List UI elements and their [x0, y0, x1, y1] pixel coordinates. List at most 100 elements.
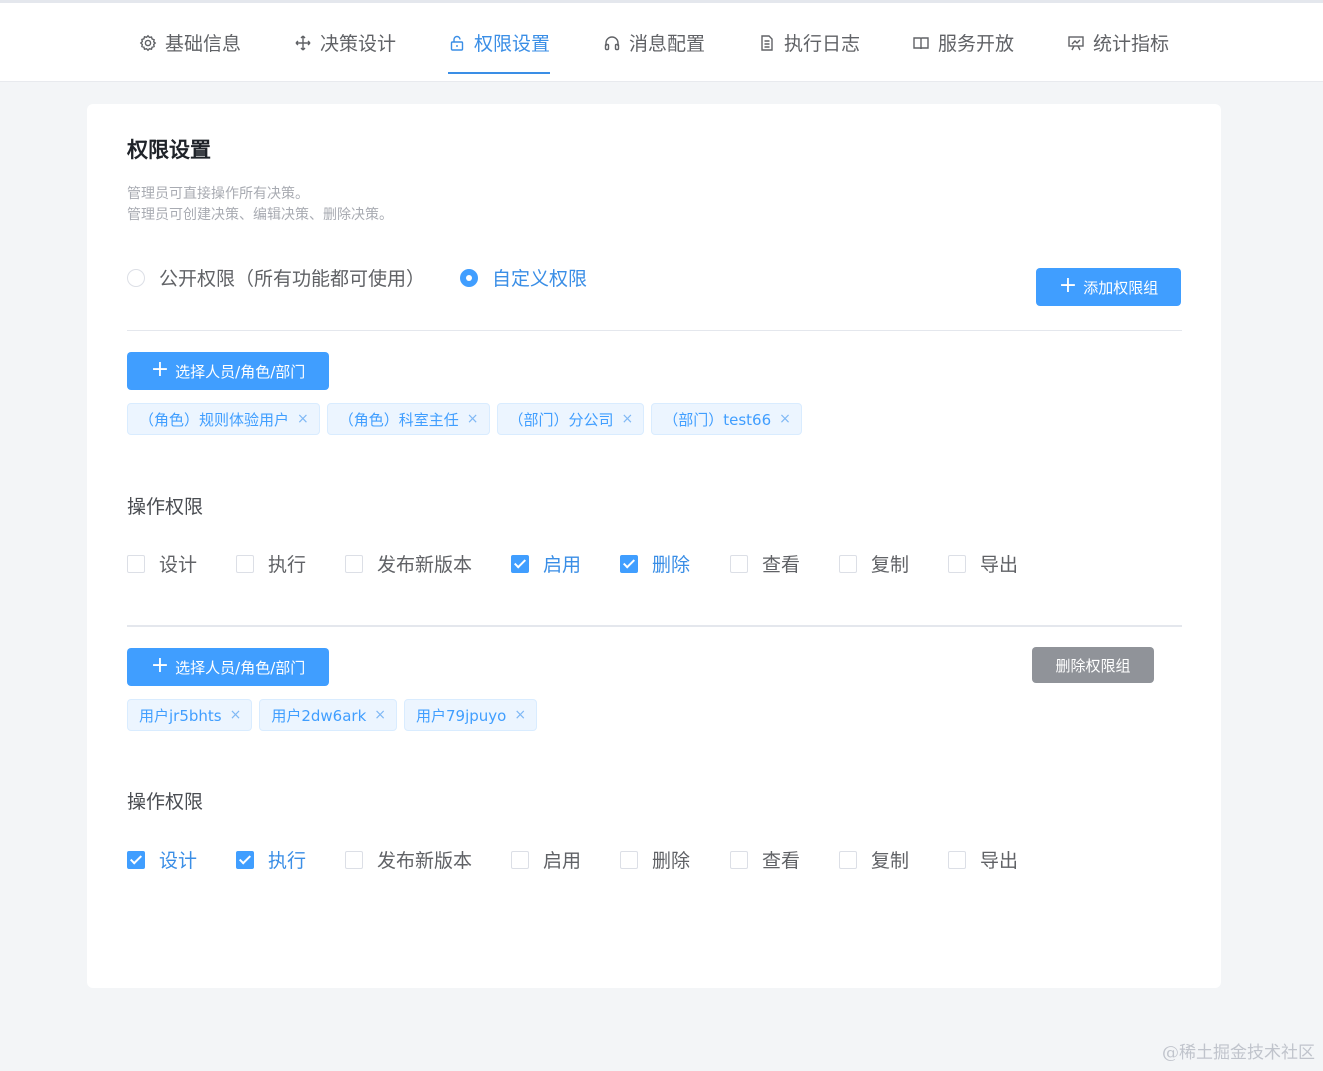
member-tag: （角色）科室主任 ×: [326, 403, 490, 435]
checkbox-icon: [839, 554, 857, 573]
plus-icon: +: [150, 357, 170, 382]
checkbox-icon: [127, 554, 145, 573]
add-permission-group-button[interactable]: + 添加权限组: [1036, 268, 1181, 306]
close-icon[interactable]: ×: [514, 707, 526, 723]
checkbox-icon: [236, 554, 254, 573]
checkbox-label: 发布新版本: [377, 850, 473, 872]
checkbox-label: 启用: [543, 850, 582, 872]
member-tag: 用户79jpuyo ×: [404, 699, 538, 731]
checkbox-copy[interactable]: 复制: [839, 550, 909, 577]
radio-label: 公开权限（所有功能都可使用）: [159, 268, 426, 290]
checkbox-design[interactable]: 设计: [127, 550, 197, 577]
member-tag: （角色）规则体验用户 ×: [127, 403, 320, 435]
checkbox-icon: [730, 554, 748, 573]
checkbox-label: 导出: [980, 850, 1019, 872]
close-icon[interactable]: ×: [230, 707, 242, 723]
tab-permission-settings[interactable]: 权限设置: [448, 3, 551, 82]
document-icon: [761, 34, 773, 51]
group-divider: [127, 625, 1182, 627]
checkbox-label: 设计: [159, 850, 198, 872]
checkbox-label: 查看: [762, 850, 801, 872]
tab-label: 决策设计: [320, 33, 397, 55]
checkbox-icon: [345, 850, 363, 869]
checkbox-icon: [127, 850, 145, 869]
permission-checkbox-group: 设计 执行 发布新版本 启用 删除 查看 复制 导出: [127, 846, 1127, 876]
checkbox-view[interactable]: 查看: [730, 846, 800, 873]
checkbox-label: 执行: [268, 850, 307, 872]
tab-label: 消息配置: [629, 33, 706, 55]
radio-label: 自定义权限: [492, 268, 588, 290]
operation-permission-label: 操作权限: [127, 496, 204, 518]
plus-icon: +: [150, 653, 170, 678]
top-tab-bar: 基础信息 决策设计 权限设置 消息配置 执行日志 服务开放 统计指标: [0, 0, 1323, 82]
checkbox-execute[interactable]: 执行: [236, 846, 306, 873]
tab-label: 服务开放: [938, 33, 1015, 55]
member-tag: （部门）分公司 ×: [496, 403, 645, 435]
tag-label: 用户jr5bhts: [139, 706, 222, 725]
book-icon: [913, 36, 929, 49]
close-icon[interactable]: ×: [622, 411, 634, 427]
radio-public-permission[interactable]: 公开权限（所有功能都可使用）: [127, 264, 425, 291]
checkbox-label: 复制: [871, 554, 910, 576]
close-icon[interactable]: ×: [297, 411, 309, 427]
tab-service-open[interactable]: 服务开放: [912, 3, 1014, 82]
checkbox-view[interactable]: 查看: [730, 550, 800, 577]
checkbox-enable[interactable]: 启用: [511, 550, 581, 577]
checkbox-icon: [620, 850, 638, 869]
button-label: 删除权限组: [1055, 656, 1131, 675]
checkbox-export[interactable]: 导出: [948, 550, 1018, 577]
checkbox-label: 执行: [268, 554, 307, 576]
tab-label: 权限设置: [474, 33, 551, 55]
tab-decision-design[interactable]: 决策设计: [294, 3, 396, 82]
checkbox-publish[interactable]: 发布新版本: [345, 550, 472, 577]
checkbox-export[interactable]: 导出: [948, 846, 1018, 873]
checkbox-enable[interactable]: 启用: [511, 846, 581, 873]
delete-permission-group-button[interactable]: 删除权限组: [1032, 647, 1154, 683]
button-label: 选择人员/角色/部门: [175, 362, 306, 381]
tab-statistics[interactable]: 统计指标: [1067, 3, 1169, 82]
tab-basic-info[interactable]: 基础信息: [139, 3, 241, 82]
checkbox-icon: [730, 850, 748, 869]
checkbox-execute[interactable]: 执行: [236, 550, 306, 577]
headset-icon: [604, 35, 620, 50]
checkbox-publish[interactable]: 发布新版本: [345, 846, 472, 873]
plus-icon: +: [1058, 273, 1078, 298]
checkbox-delete[interactable]: 删除: [620, 550, 690, 577]
close-icon[interactable]: ×: [467, 411, 479, 427]
page-title: 权限设置: [127, 138, 211, 162]
chart-board-icon: [1068, 35, 1084, 50]
tab-message-config[interactable]: 消息配置: [603, 3, 705, 82]
tag-label: （部门）test66: [663, 410, 772, 429]
checkbox-label: 查看: [762, 554, 801, 576]
watermark: @稀土掘金技术社区: [1162, 1043, 1315, 1063]
description-line: 管理员可直接操作所有决策。: [127, 186, 309, 202]
select-members-button[interactable]: + 选择人员/角色/部门: [127, 648, 329, 686]
member-tag: （部门）test66 ×: [651, 403, 802, 435]
select-members-button[interactable]: + 选择人员/角色/部门: [127, 352, 329, 390]
selected-tags: （角色）规则体验用户 × （角色）科室主任 × （部门）分公司 × （部门）te…: [127, 403, 802, 435]
checkbox-copy[interactable]: 复制: [839, 846, 909, 873]
description-line: 管理员可创建决策、编辑决策、删除决策。: [127, 207, 393, 223]
divider: [127, 330, 1182, 331]
gear-icon: [139, 34, 157, 51]
checkbox-label: 复制: [871, 850, 910, 872]
checkbox-label: 删除: [652, 554, 691, 576]
move-icon: [295, 35, 311, 50]
tab-label: 执行日志: [784, 33, 861, 55]
tag-label: （部门）分公司: [508, 410, 614, 429]
permission-settings-card: 权限设置 管理员可直接操作所有决策。 管理员可创建决策、编辑决策、删除决策。 公…: [87, 104, 1221, 988]
close-icon[interactable]: ×: [374, 707, 386, 723]
tab-execution-log[interactable]: 执行日志: [758, 3, 860, 82]
checkbox-design[interactable]: 设计: [127, 846, 197, 873]
button-label: 选择人员/角色/部门: [175, 658, 306, 677]
checkbox-icon: [620, 554, 638, 573]
checkbox-delete[interactable]: 删除: [620, 846, 690, 873]
checkbox-label: 删除: [652, 850, 691, 872]
checkbox-label: 发布新版本: [377, 554, 473, 576]
checkbox-icon: [948, 554, 966, 573]
radio-circle-icon: [460, 268, 478, 287]
member-tag: 用户jr5bhts ×: [127, 699, 253, 731]
radio-custom-permission[interactable]: 自定义权限: [460, 264, 587, 291]
close-icon[interactable]: ×: [779, 411, 791, 427]
checkbox-icon: [236, 850, 254, 869]
